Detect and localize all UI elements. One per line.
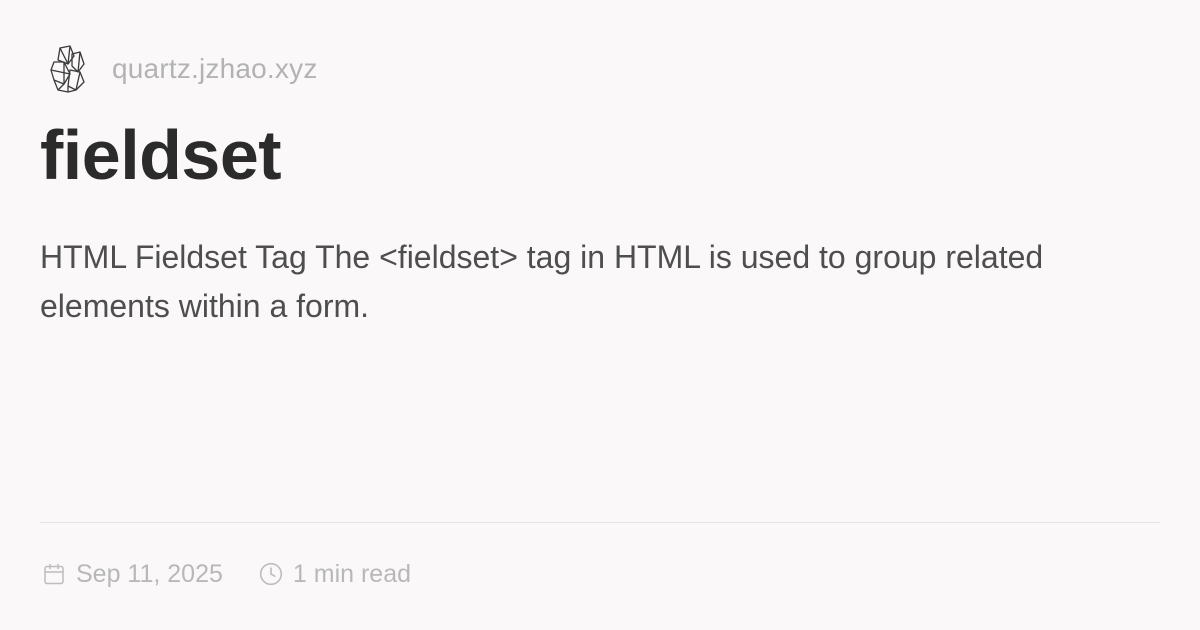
reading-time-meta: 1 min read [257, 560, 411, 589]
crystal-logo-icon[interactable] [40, 41, 96, 97]
page-description: HTML Fieldset Tag The <fieldset> tag in … [40, 239, 1044, 324]
date-meta: Sep 11, 2025 [40, 560, 223, 589]
page-title: fieldset [40, 116, 282, 194]
reading-time: 1 min read [292, 559, 412, 588]
calendar-icon [40, 560, 68, 588]
site-header: quartz.jzhao.xyz [40, 40, 318, 98]
publish-date: Sep 11, 2025 [76, 559, 223, 588]
page-meta: Sep 11, 2025 1 min read [40, 556, 411, 592]
divider [40, 522, 1160, 523]
clock-icon [257, 560, 285, 588]
og-card: quartz.jzhao.xyz fieldset HTML Fieldset … [0, 0, 1200, 630]
site-name[interactable]: quartz.jzhao.xyz [112, 53, 318, 85]
